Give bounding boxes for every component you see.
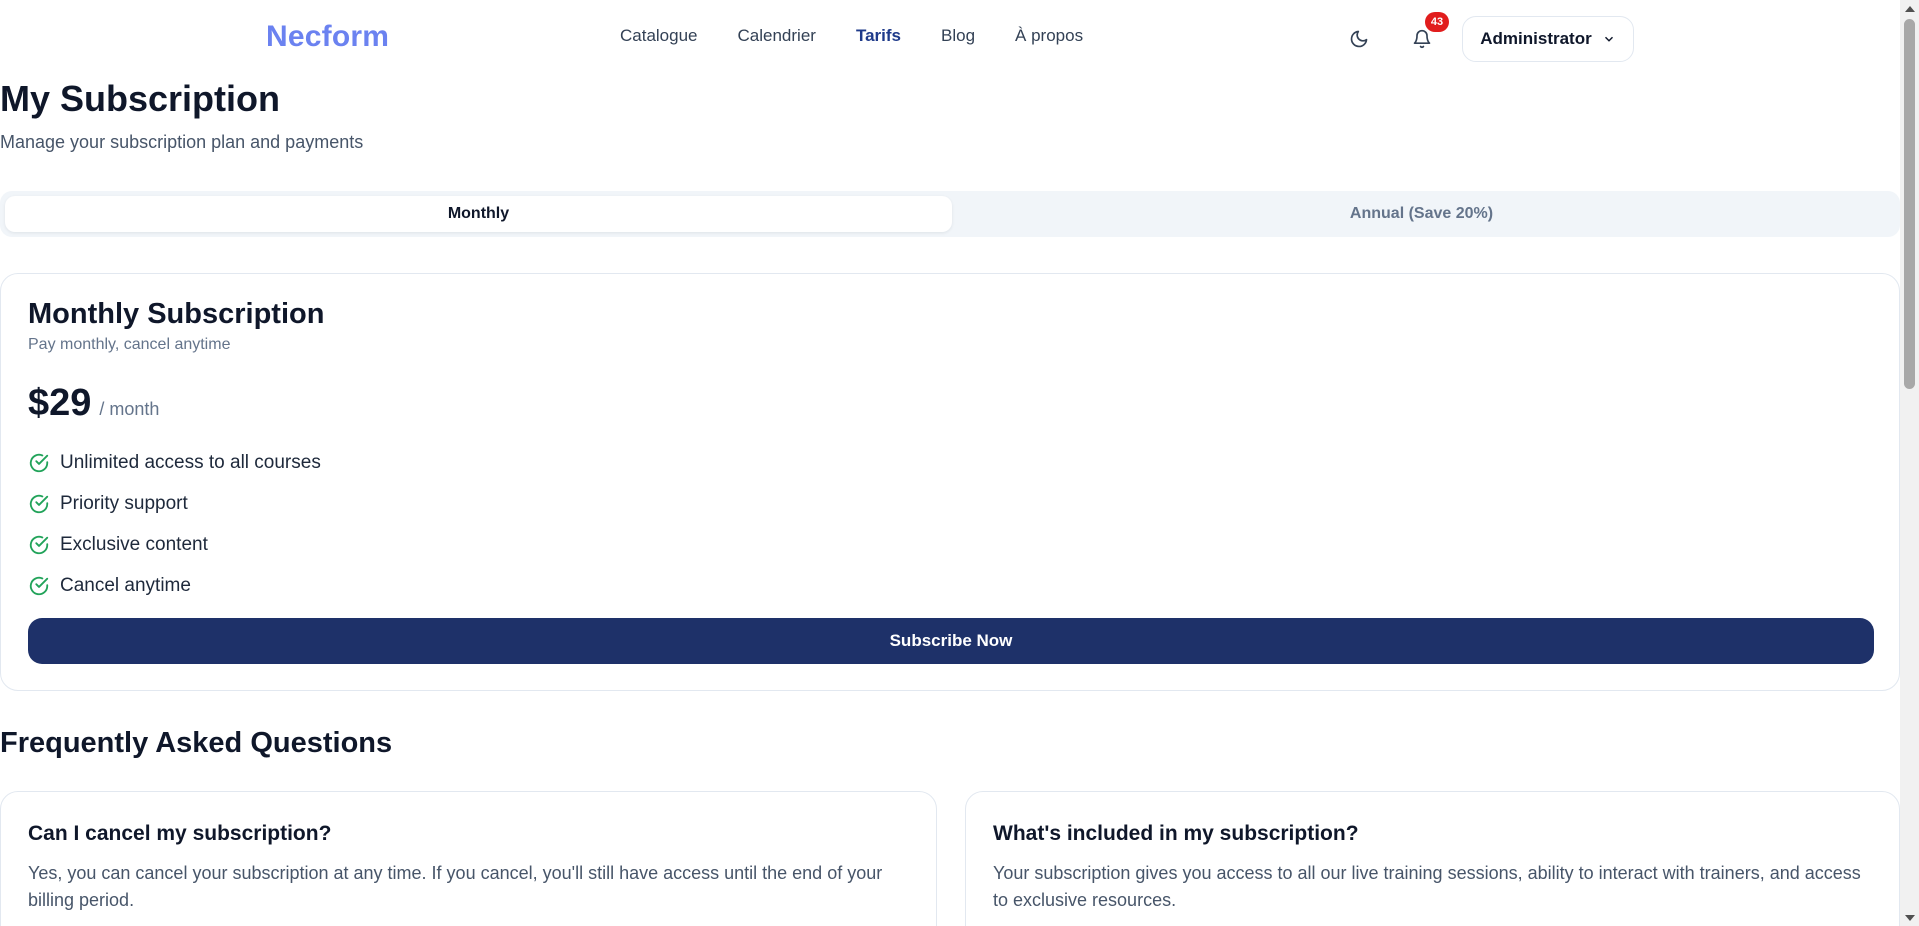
nav-blog[interactable]: Blog bbox=[941, 26, 975, 46]
feature-item: Unlimited access to all courses bbox=[28, 442, 321, 483]
page-subtitle: Manage your subscription plan and paymen… bbox=[0, 132, 364, 152]
check-circle-icon bbox=[29, 576, 49, 595]
nav-a-propos[interactable]: À propos bbox=[1015, 26, 1083, 46]
moon-icon bbox=[1350, 30, 1368, 48]
page-title: My Subscription bbox=[0, 78, 281, 119]
feature-label: Exclusive content bbox=[60, 533, 208, 555]
plan-price: $29 / month bbox=[28, 382, 159, 425]
main-nav: Catalogue Calendrier Tarifs Blog À propo… bbox=[620, 26, 1083, 46]
check-circle-icon bbox=[29, 494, 49, 513]
top-navbar: Necform Catalogue Calendrier Tarifs Blog… bbox=[0, 0, 1900, 78]
faq-title: Frequently Asked Questions bbox=[0, 727, 393, 759]
feature-label: Priority support bbox=[60, 492, 188, 514]
notification-badge: 43 bbox=[1425, 12, 1449, 32]
faq-item: What's included in my subscription? Your… bbox=[965, 791, 1900, 926]
subscribe-button[interactable]: Subscribe Now bbox=[28, 618, 1874, 664]
logo[interactable]: Necform bbox=[266, 20, 389, 54]
billing-period-toggle: Monthly Annual (Save 20%) bbox=[0, 191, 1900, 237]
price-amount: $29 bbox=[28, 382, 92, 424]
plan-description: Pay monthly, cancel anytime bbox=[28, 336, 231, 353]
faq-answer: Yes, you can cancel your subscription at… bbox=[28, 863, 883, 910]
nav-tarifs[interactable]: Tarifs bbox=[856, 26, 901, 46]
page: Necform Catalogue Calendrier Tarifs Blog… bbox=[0, 0, 1900, 926]
price-period: / month bbox=[99, 399, 160, 419]
feature-item: Priority support bbox=[28, 483, 321, 524]
check-circle-icon bbox=[29, 535, 49, 554]
feature-item: Exclusive content bbox=[28, 524, 321, 565]
feature-label: Unlimited access to all courses bbox=[60, 451, 321, 473]
user-menu-button[interactable]: Administrator bbox=[1462, 16, 1634, 62]
nav-calendrier[interactable]: Calendrier bbox=[738, 26, 816, 46]
scroll-down-arrow[interactable] bbox=[1900, 909, 1919, 926]
faq-item: Can I cancel my subscription? Yes, you c… bbox=[0, 791, 937, 926]
bell-icon bbox=[1413, 29, 1431, 49]
feature-item: Cancel anytime bbox=[28, 565, 321, 606]
faq-question: Can I cancel my subscription? bbox=[28, 822, 332, 845]
faq-answer: Your subscription gives you access to al… bbox=[993, 863, 1861, 910]
chevron-down-icon bbox=[1604, 36, 1613, 42]
scroll-up-arrow[interactable] bbox=[1900, 0, 1919, 17]
theme-toggle-button[interactable] bbox=[1344, 24, 1374, 54]
scroll-thumb[interactable] bbox=[1904, 19, 1915, 389]
vertical-scrollbar[interactable] bbox=[1900, 0, 1919, 926]
feature-label: Cancel anytime bbox=[60, 574, 191, 596]
tab-annual[interactable]: Annual (Save 20%) bbox=[948, 196, 1895, 232]
tab-monthly[interactable]: Monthly bbox=[5, 196, 952, 232]
nav-catalogue[interactable]: Catalogue bbox=[620, 26, 698, 46]
check-circle-icon bbox=[29, 453, 49, 472]
plan-title: Monthly Subscription bbox=[28, 298, 325, 330]
plan-card: Monthly Subscription Pay monthly, cancel… bbox=[0, 273, 1900, 691]
user-name: Administrator bbox=[1480, 29, 1592, 48]
feature-list: Unlimited access to all courses Priority… bbox=[28, 442, 321, 606]
faq-question: What's included in my subscription? bbox=[993, 822, 1359, 845]
